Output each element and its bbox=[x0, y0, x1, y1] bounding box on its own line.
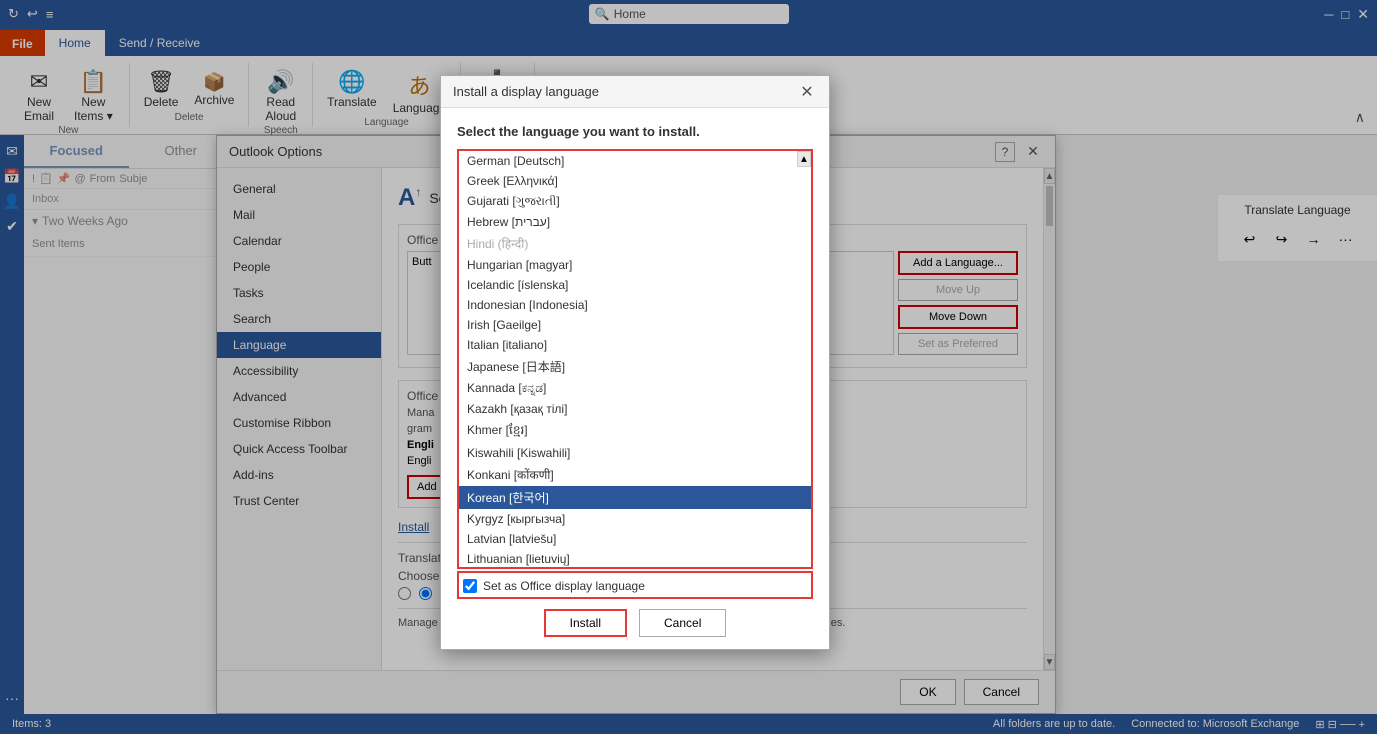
dialog-close-button[interactable]: ✕ bbox=[797, 82, 817, 102]
list-item-irish[interactable]: Irish [Gaeilge] bbox=[459, 315, 811, 335]
list-item-icelandic[interactable]: Icelandic [íslenska] bbox=[459, 275, 811, 295]
list-item-hindi[interactable]: Hindi (हिन्दी) bbox=[459, 232, 811, 255]
list-item-indonesian[interactable]: Indonesian [Indonesia] bbox=[459, 295, 811, 315]
list-item-lithuanian[interactable]: Lithuanian [lietuvių] bbox=[459, 549, 811, 569]
list-item-hebrew[interactable]: Hebrew [עברית] bbox=[459, 212, 811, 232]
dialog-title: Install a display language bbox=[453, 84, 599, 99]
list-item-kiswahili[interactable]: Kiswahili [Kiswahili] bbox=[459, 443, 811, 463]
checkbox-row: Set as Office display language bbox=[457, 571, 813, 599]
list-item-kazakh[interactable]: Kazakh [қазақ тілі] bbox=[459, 399, 811, 419]
dialog-body: Select the language you want to install.… bbox=[441, 108, 829, 649]
list-item-german[interactable]: German [Deutsch] bbox=[459, 151, 811, 171]
set-office-display-language-checkbox[interactable] bbox=[463, 579, 477, 593]
checkbox-label: Set as Office display language bbox=[483, 579, 645, 593]
dialog-titlebar: Install a display language ✕ bbox=[441, 76, 829, 108]
list-item-greek[interactable]: Greek [Ελληνικά] bbox=[459, 171, 811, 191]
list-item-gujarati[interactable]: Gujarati [ગુજરાતી] bbox=[459, 191, 811, 212]
list-item-kannada[interactable]: Kannada [ಕನ್ನಡ] bbox=[459, 378, 811, 399]
dialog-instruction: Select the language you want to install. bbox=[457, 124, 813, 139]
dialog-cancel-button[interactable]: Cancel bbox=[639, 609, 726, 637]
list-item-hungarian[interactable]: Hungarian [magyar] bbox=[459, 255, 811, 275]
language-list-container: ▲ German [Deutsch] Greek [Ελληνικά] Guja… bbox=[457, 149, 813, 569]
list-item-kyrgyz[interactable]: Kyrgyz [кыргызча] bbox=[459, 509, 811, 529]
install-language-dialog: Install a display language ✕ Select the … bbox=[440, 75, 830, 650]
list-item-konkani[interactable]: Konkani [कोंकणी] bbox=[459, 463, 811, 486]
lang-scroll-up[interactable]: ▲ bbox=[797, 151, 811, 167]
list-item-japanese[interactable]: Japanese [日本語] bbox=[459, 355, 811, 378]
install-button[interactable]: Install bbox=[544, 609, 627, 637]
dialog-action-buttons: Install Cancel bbox=[457, 599, 813, 641]
list-item-korean[interactable]: Korean [한국어] bbox=[459, 486, 811, 509]
list-item-italian[interactable]: Italian [italiano] bbox=[459, 335, 811, 355]
list-item-latvian[interactable]: Latvian [latviešu] bbox=[459, 529, 811, 549]
list-item-khmer[interactable]: Khmer [ខ្មែរ] bbox=[459, 419, 811, 443]
